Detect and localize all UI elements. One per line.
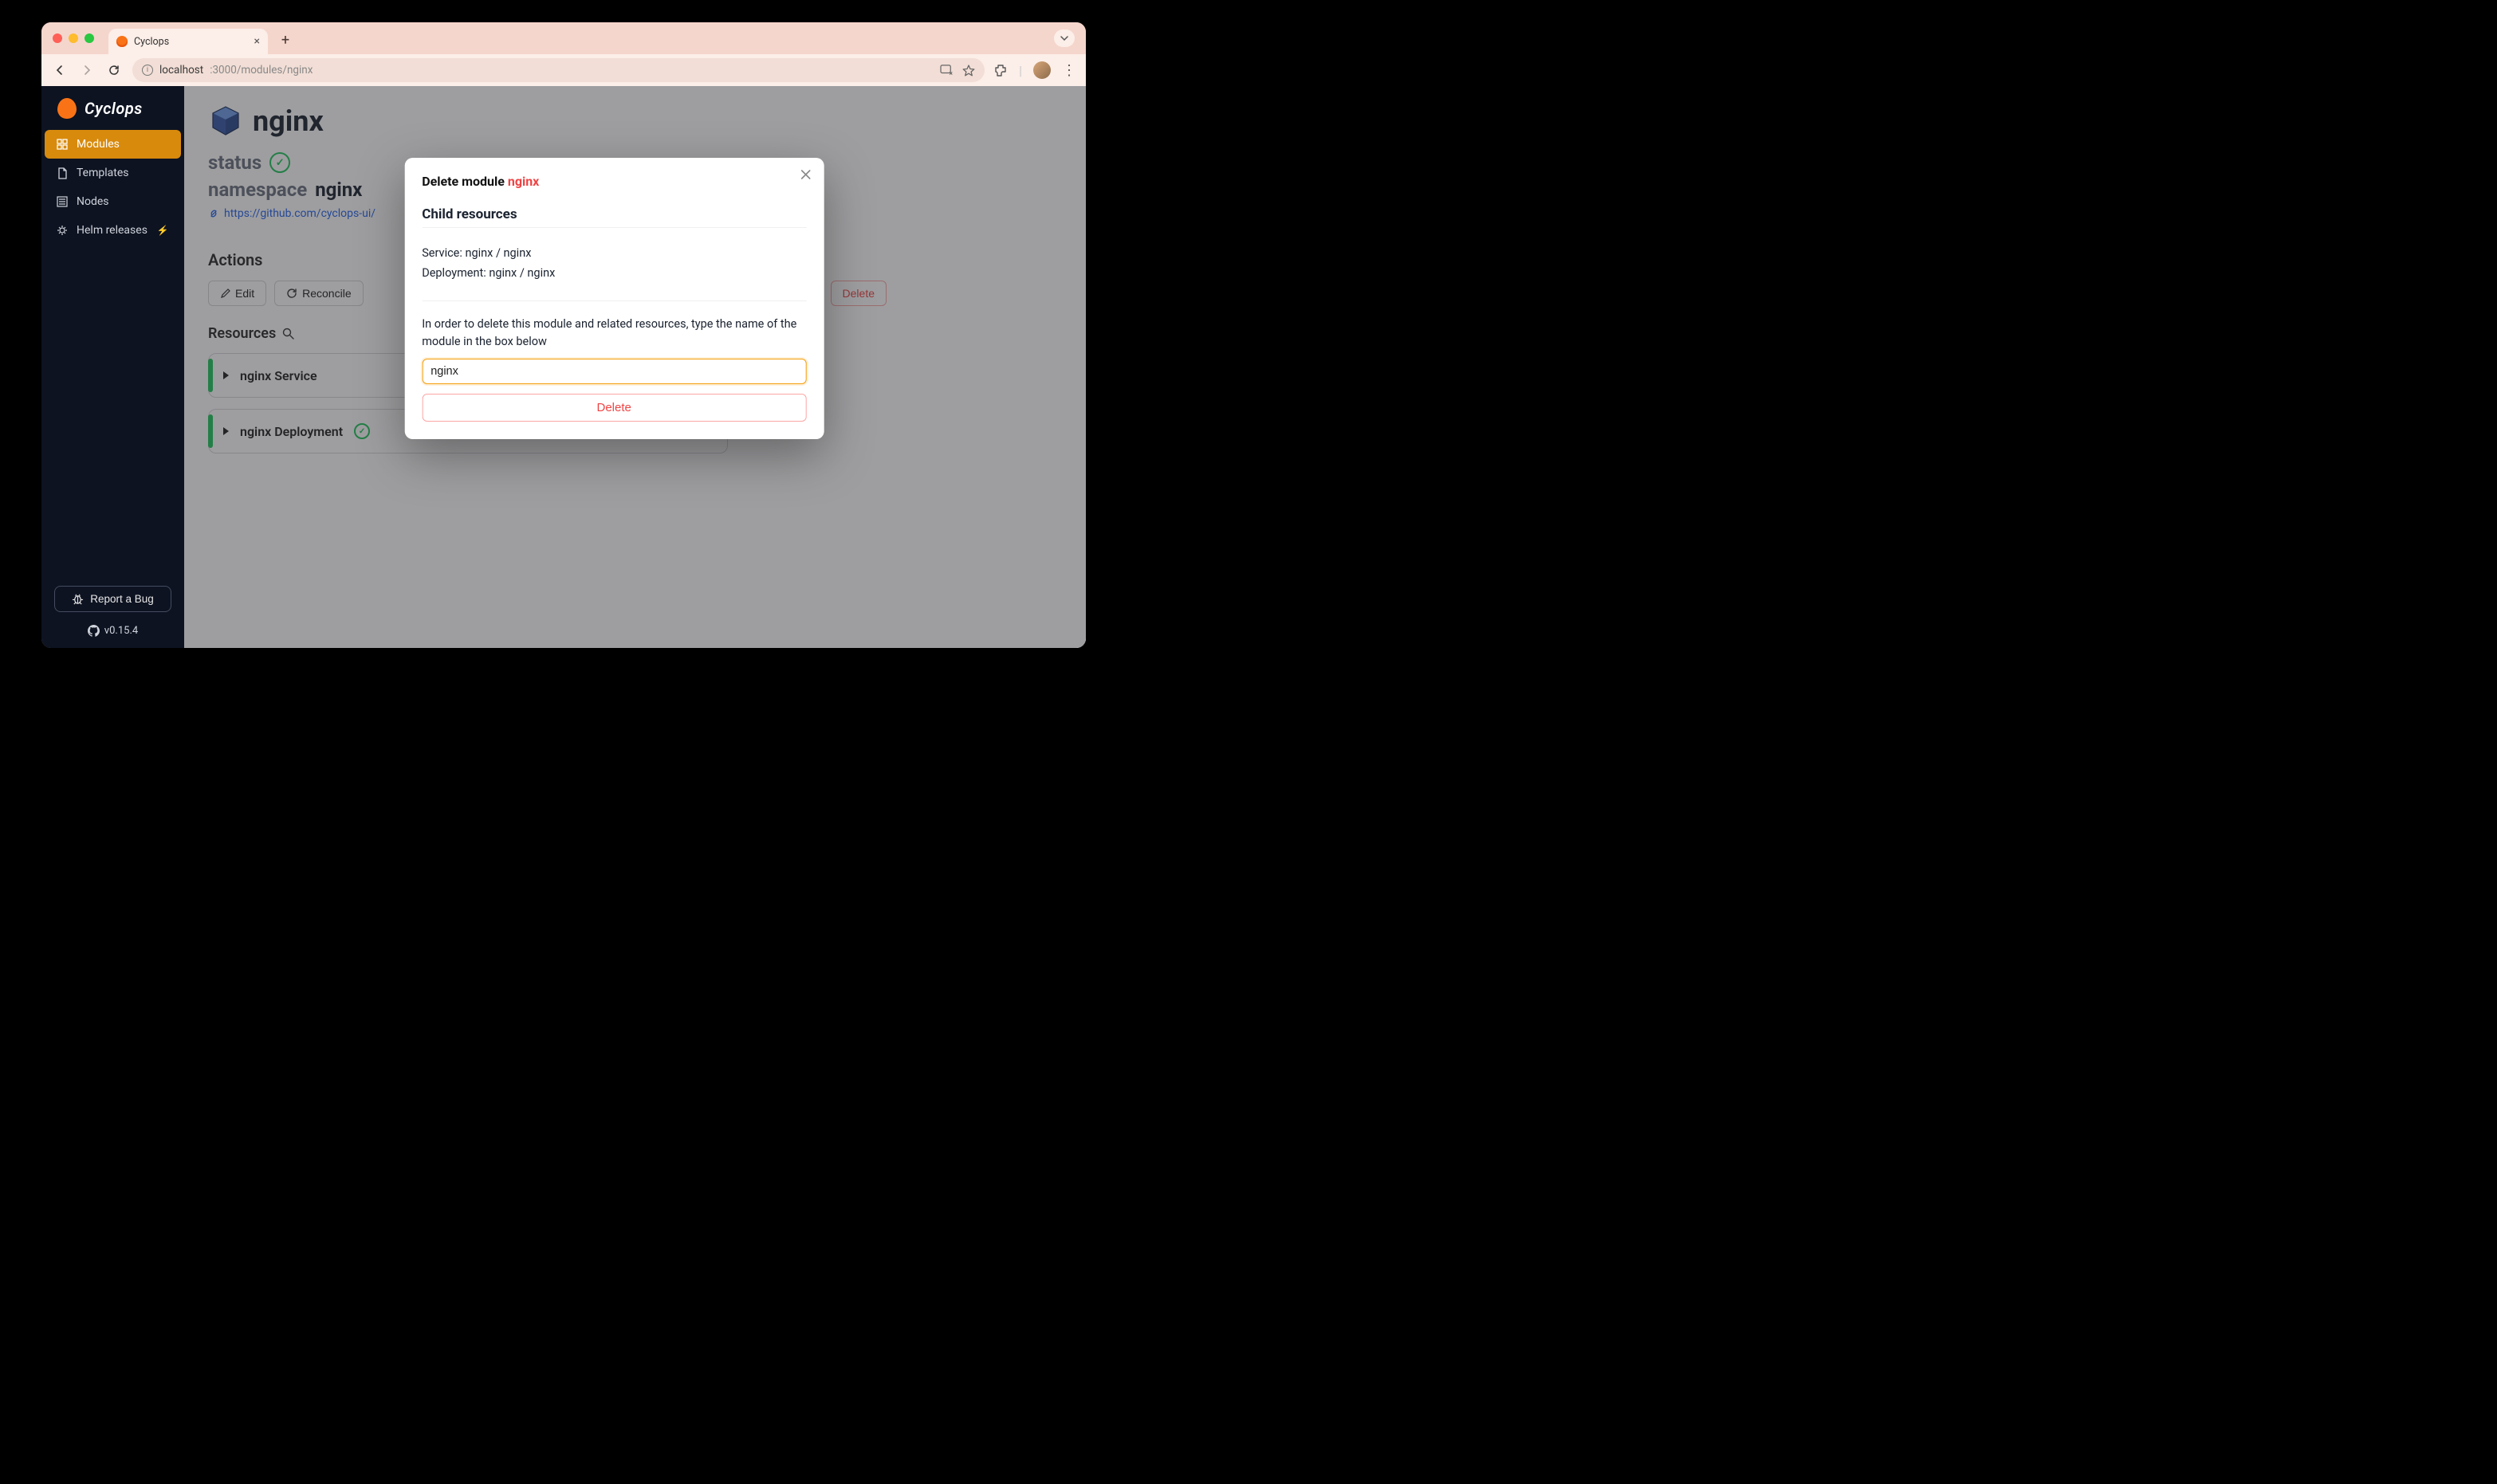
child-resources-list: Service: nginx / nginx Deployment: nginx… <box>422 244 806 283</box>
child-resource: Service: nginx / nginx <box>422 244 806 264</box>
modal-title-module: nginx <box>508 174 539 189</box>
file-icon <box>56 167 69 179</box>
close-icon <box>800 169 811 180</box>
new-tab-button[interactable]: + <box>274 29 297 51</box>
helm-icon <box>56 225 69 236</box>
modules-icon <box>56 139 69 150</box>
github-icon <box>88 625 100 637</box>
delete-module-modal: Delete module nginx Child resources Serv… <box>404 158 824 439</box>
tab-bar: Cyclops × + <box>41 22 1086 54</box>
modal-close-button[interactable] <box>800 169 811 180</box>
site-info-icon[interactable]: i <box>142 65 153 76</box>
tab-title: Cyclops <box>134 36 169 48</box>
sidebar-item-modules[interactable]: Modules <box>45 130 181 159</box>
url-domain: localhost <box>159 64 203 77</box>
report-bug-button[interactable]: Report a Bug <box>54 586 171 612</box>
url-bar: i localhost :3000/modules/nginx | ⋮ <box>41 54 1086 86</box>
cyclops-logo-icon <box>57 98 77 119</box>
divider <box>422 300 806 301</box>
browser-window: Cyclops × + i localhost :3000/modules/ngi… <box>41 22 1086 648</box>
sidebar-bottom: Report a Bug v0.15.4 <box>41 586 184 648</box>
cyclops-favicon-icon <box>116 36 128 47</box>
profile-avatar[interactable] <box>1033 61 1051 79</box>
close-window-button[interactable] <box>53 33 62 43</box>
nav-items: Modules Templates Nodes <box>41 130 184 245</box>
sidebar-item-label: Nodes <box>77 195 109 208</box>
reload-button[interactable] <box>105 61 123 79</box>
sidebar-item-label: Helm releases <box>77 224 147 237</box>
browser-menu-button[interactable]: ⋮ <box>1062 62 1076 79</box>
browser-tab[interactable]: Cyclops × <box>108 29 268 54</box>
chevron-down-icon <box>1060 36 1068 41</box>
content-area: nginx status ✓ namespace nginx https://g… <box>184 86 1086 648</box>
child-resource: Deployment: nginx / nginx <box>422 264 806 284</box>
back-button[interactable] <box>51 61 69 79</box>
address-bar[interactable]: i localhost :3000/modules/nginx <box>132 58 985 82</box>
sidebar: Cyclops Modules Templates <box>41 86 184 648</box>
confirm-delete-button[interactable]: Delete <box>422 394 806 422</box>
forward-button[interactable] <box>78 61 96 79</box>
modal-section-title: Child resources <box>422 206 806 228</box>
window-controls <box>53 33 94 43</box>
sidebar-item-label: Modules <box>77 138 120 151</box>
extensions-icon[interactable] <box>994 64 1008 77</box>
modal-title-prefix: Delete module <box>422 174 508 189</box>
maximize-window-button[interactable] <box>85 33 94 43</box>
sidebar-item-helm-releases[interactable]: Helm releases ⚡ <box>45 216 181 245</box>
list-icon <box>56 196 69 207</box>
bug-icon <box>72 593 84 605</box>
toolbar-right: | ⋮ <box>994 61 1076 79</box>
sidebar-item-nodes[interactable]: Nodes <box>45 187 181 216</box>
app-logo[interactable]: Cyclops <box>41 90 184 130</box>
report-bug-label: Report a Bug <box>90 593 154 605</box>
tabs-dropdown-button[interactable] <box>1054 29 1075 47</box>
sidebar-item-label: Templates <box>77 167 129 179</box>
delete-button-label: Delete <box>597 401 631 414</box>
sidebar-item-templates[interactable]: Templates <box>45 159 181 187</box>
install-app-icon[interactable] <box>940 65 953 76</box>
app-body: Cyclops Modules Templates <box>41 86 1086 648</box>
modal-instruction: In order to delete this module and relat… <box>422 316 806 351</box>
version-text: v0.15.4 <box>104 625 138 637</box>
logo-text: Cyclops <box>85 99 143 118</box>
close-tab-button[interactable]: × <box>254 35 260 48</box>
minimize-window-button[interactable] <box>69 33 78 43</box>
bolt-icon: ⚡ <box>157 225 169 236</box>
url-path: :3000/modules/nginx <box>210 64 313 77</box>
confirm-module-name-input[interactable] <box>422 359 806 384</box>
modal-title: Delete module nginx <box>422 174 806 189</box>
bookmark-star-icon[interactable] <box>962 65 975 77</box>
version-link[interactable]: v0.15.4 <box>54 625 171 637</box>
